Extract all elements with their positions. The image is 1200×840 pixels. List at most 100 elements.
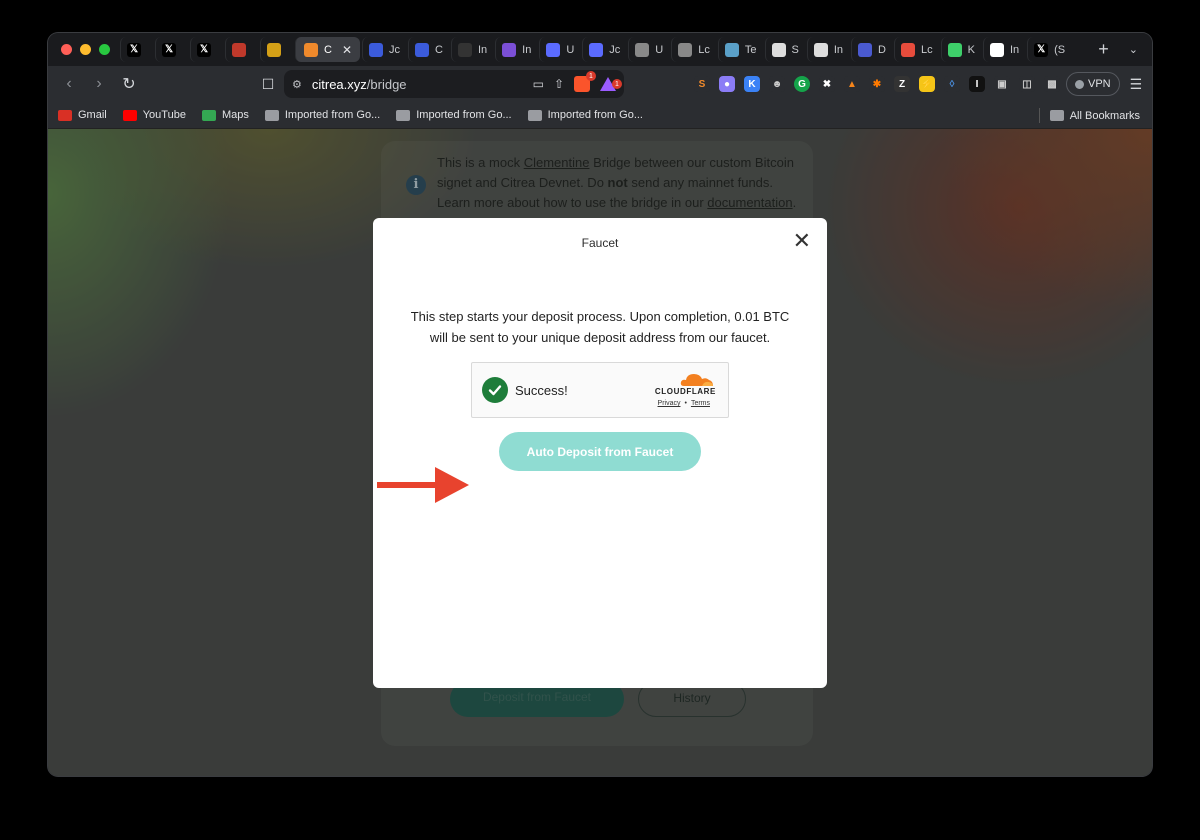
all-bookmarks[interactable]: All Bookmarks xyxy=(1049,102,1140,129)
extension-drop-icon[interactable]: ◊ xyxy=(944,76,960,92)
bookmark-icon[interactable]: ☐ xyxy=(256,76,280,93)
tab-18[interactable]: Lc xyxy=(893,37,939,62)
tab-3[interactable] xyxy=(225,37,258,62)
tab-20[interactable]: In xyxy=(982,37,1025,62)
tab-1[interactable]: 𝕏 xyxy=(155,37,188,62)
maximize-window-button[interactable] xyxy=(99,44,110,55)
vpn-button[interactable]: VPN xyxy=(1066,72,1120,96)
bookmark-2[interactable]: Maps xyxy=(201,109,249,121)
tab-15[interactable]: S xyxy=(764,37,805,62)
tab-bar: 𝕏 𝕏 𝕏 C ✕ Jc C In In U Jc U Lc Te S In D Lc K In 𝕏 (S + ⌄ xyxy=(48,33,1152,66)
bookmarks-bar: Gmail YouTube Maps Imported from Go... Impor… xyxy=(48,102,1152,129)
extension-z-icon[interactable]: Z xyxy=(894,76,910,92)
bookmark-3[interactable]: Imported from Go... xyxy=(264,109,381,121)
info-circle-icon xyxy=(813,42,828,57)
address-bar[interactable]: ⚙ citrea.xyz/bridge ▭ ⇧ 1 1 xyxy=(284,70,624,98)
tab-search-chevron-icon[interactable]: ⌄ xyxy=(1119,43,1152,56)
cast-icon[interactable]: ▭ xyxy=(533,77,544,91)
vpn-status-icon xyxy=(1075,79,1084,89)
extension-ghost-icon[interactable]: ● xyxy=(719,76,735,92)
extension-i-icon[interactable]: I xyxy=(969,76,985,92)
tab-10[interactable]: U xyxy=(539,37,580,62)
sidebar-toggle-icon[interactable]: ◫ xyxy=(1019,76,1035,92)
red-arrow-icon xyxy=(377,467,469,503)
extension-x-icon[interactable]: ✖ xyxy=(819,76,835,92)
tab-14[interactable]: Te xyxy=(717,37,763,62)
tab-2[interactable]: 𝕏 xyxy=(190,37,223,62)
reload-button[interactable]: ↻ xyxy=(114,74,144,94)
circle-icon xyxy=(546,42,561,57)
tab-0[interactable]: 𝕏 xyxy=(120,37,153,62)
bookmark-label: YouTube xyxy=(142,109,186,121)
minimize-window-button[interactable] xyxy=(80,44,91,55)
back-button[interactable]: ‹ xyxy=(54,75,84,93)
all-bookmarks-label: All Bookmarks xyxy=(1069,109,1140,122)
bookmark-0[interactable]: Gmail xyxy=(58,109,107,121)
tab-21[interactable]: 𝕏 (S xyxy=(1027,37,1071,62)
terms-link[interactable]: Terms xyxy=(691,400,710,407)
address-text[interactable]: citrea.xyz/bridge xyxy=(312,77,523,92)
tab-label: In xyxy=(477,43,488,56)
hexagon-icon xyxy=(502,42,517,57)
extension-spark-icon[interactable]: ✱ xyxy=(869,76,885,92)
extension-s-icon[interactable]: S xyxy=(694,76,710,92)
tab-12[interactable]: U xyxy=(628,37,669,62)
tab-9[interactable]: In xyxy=(495,37,537,62)
tab-6[interactable]: Jc xyxy=(362,37,406,62)
browser-window: 𝕏 𝕏 𝕏 C ✕ Jc C In In U Jc U Lc Te S In D Lc K In 𝕏 (S + ⌄ ‹ ›… xyxy=(48,33,1152,776)
page-content: i This is a mock Clementine Bridge betwe… xyxy=(48,129,1152,776)
extension-k-icon[interactable]: K xyxy=(744,76,760,92)
close-window-button[interactable] xyxy=(61,44,72,55)
tab-19[interactable]: K xyxy=(940,37,981,62)
bookmark-4[interactable]: Imported from Go... xyxy=(396,109,512,121)
site-settings-icon[interactable]: ⚙ xyxy=(292,78,302,91)
bookmark-label: Imported from Go... xyxy=(416,109,512,121)
close-icon[interactable]: ✕ xyxy=(793,230,811,252)
bookmark-5[interactable]: Imported from Go... xyxy=(527,109,643,121)
gear-circle-icon xyxy=(635,42,650,57)
x-logo-icon: 𝕏 xyxy=(162,42,176,57)
tab-label: In xyxy=(522,43,532,56)
tab-label: K xyxy=(967,43,975,56)
bookmark-label: Imported from Go... xyxy=(284,109,381,121)
bookmark-label: Gmail xyxy=(78,109,107,121)
forward-button[interactable]: › xyxy=(84,75,114,93)
vpn-label: VPN xyxy=(1088,78,1111,90)
tab-7[interactable]: C xyxy=(408,37,449,62)
youtube-icon xyxy=(122,109,137,121)
note-icon xyxy=(267,42,281,57)
links-separator: • xyxy=(684,400,687,407)
tab-label: In xyxy=(1009,43,1020,56)
tab-4[interactable] xyxy=(260,37,293,62)
wallet-icon[interactable]: ▩ xyxy=(1044,76,1060,92)
tab-8[interactable]: In xyxy=(450,37,493,62)
tab-label: Lc xyxy=(920,43,933,56)
privacy-link[interactable]: Privacy xyxy=(658,400,681,407)
extension-rabbit-icon[interactable]: ☻ xyxy=(769,76,785,92)
auto-deposit-button[interactable]: Auto Deposit from Faucet xyxy=(499,432,701,471)
cloudflare-captcha[interactable]: Success! CLOUDFLARE Privacy • Terms xyxy=(471,362,729,418)
tab-16[interactable]: In xyxy=(806,37,849,62)
extensions-puzzle-icon[interactable]: ▣ xyxy=(994,76,1010,92)
modal-description: This step starts your deposit process. U… xyxy=(410,309,790,345)
cloudflare-brand: CLOUDFLARE xyxy=(654,387,716,396)
close-tab-icon[interactable]: ✕ xyxy=(342,43,352,57)
tab-label: U xyxy=(655,43,664,56)
bookmarks-separator xyxy=(1039,108,1040,123)
share-icon[interactable]: ⇧ xyxy=(554,77,564,91)
new-tab-button[interactable]: + xyxy=(1088,39,1119,60)
brave-shields-icon[interactable]: 1 xyxy=(574,71,596,92)
globe-icon xyxy=(724,42,739,57)
browser-menu-icon[interactable]: ☰ xyxy=(1130,76,1143,93)
bookmark-1[interactable]: YouTube xyxy=(122,109,186,121)
extension-bolt-icon[interactable]: ⚡ xyxy=(919,76,935,92)
extension-grammarly-icon[interactable]: G xyxy=(794,76,810,92)
tab-17[interactable]: D xyxy=(851,37,892,62)
tab-11[interactable]: Jc xyxy=(582,37,626,62)
rewards-badge: 1 xyxy=(612,79,622,89)
tab-5[interactable]: C ✕ xyxy=(295,37,361,62)
faucet-modal: Faucet ✕ This step starts your deposit p… xyxy=(373,218,827,688)
brave-rewards-icon[interactable]: 1 xyxy=(600,77,622,91)
tab-13[interactable]: Lc xyxy=(671,37,716,62)
extension-metamask-icon[interactable]: ▲ xyxy=(844,76,860,92)
